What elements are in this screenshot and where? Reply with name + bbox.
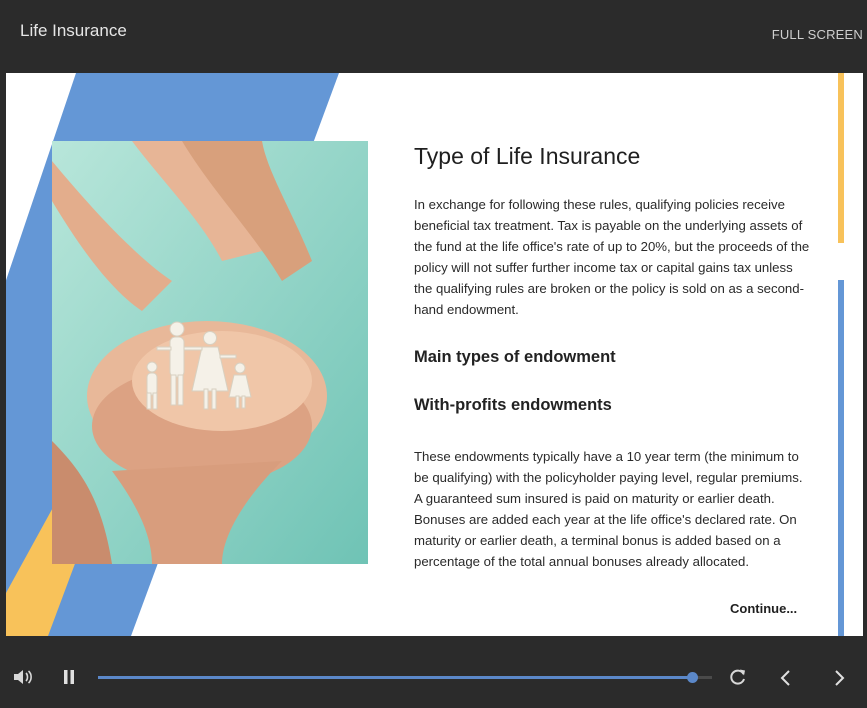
pause-icon[interactable] xyxy=(63,669,75,685)
chevron-right-icon[interactable] xyxy=(832,669,846,687)
blue-accent-bar xyxy=(838,280,844,636)
hands-illustration xyxy=(52,141,368,564)
family-hands-photo xyxy=(52,141,368,564)
intro-paragraph: In exchange for following these rules, q… xyxy=(414,197,810,317)
slide-title: Type of Life Insurance xyxy=(414,143,641,169)
fullscreen-button[interactable]: FULL SCREEN xyxy=(772,27,863,42)
progress-fill xyxy=(98,676,692,679)
slide-canvas: Type of Life Insurance In exchange for f… xyxy=(6,73,863,636)
chevron-left-icon[interactable] xyxy=(779,669,793,687)
yellow-accent-bar xyxy=(838,73,844,243)
volume-icon[interactable] xyxy=(13,669,33,685)
subheading-with-profits: With-profits endowments xyxy=(414,396,612,414)
continue-link[interactable]: Continue... xyxy=(730,601,797,616)
app-title: Life Insurance xyxy=(20,21,127,40)
replay-icon[interactable] xyxy=(729,668,747,686)
progress-bar[interactable] xyxy=(98,672,712,683)
with-profits-paragraph: These endowments typically have a 10 yea… xyxy=(414,449,803,569)
progress-handle[interactable] xyxy=(686,672,698,683)
top-bar: Life Insurance FULL SCREEN xyxy=(0,0,867,72)
subheading-main-types: Main types of endowment xyxy=(414,348,616,366)
